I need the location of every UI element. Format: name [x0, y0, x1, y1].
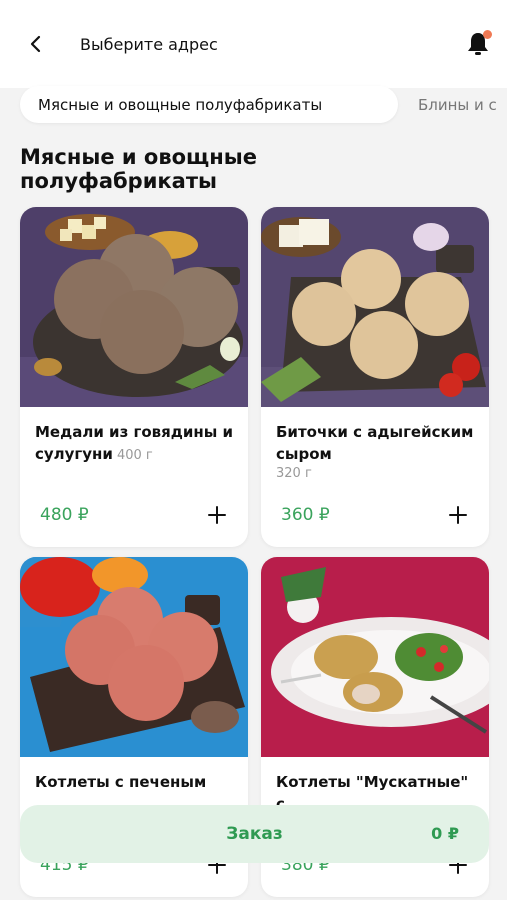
- plus-icon: [449, 506, 467, 524]
- category-chip-pancakes[interactable]: Блины и с: [418, 86, 507, 123]
- product-image: [261, 557, 489, 757]
- product-title: Котлеты с печеным: [35, 771, 240, 793]
- product-weight: 400 г: [116, 448, 153, 463]
- plus-icon: [208, 506, 226, 524]
- product-price: 480 ₽: [40, 505, 89, 525]
- category-chip-meat[interactable]: Мясные и овощные полуфабрикаты: [20, 86, 398, 123]
- order-button[interactable]: Заказ 0 ₽: [20, 805, 489, 863]
- notification-badge: [483, 30, 492, 39]
- section-title: Мясные и овощные полуфабрикаты: [20, 145, 258, 193]
- product-name: Биточки с адыгейским сыром: [276, 423, 474, 463]
- product-title: Медали из говядины и сулугуни 400 г: [35, 421, 240, 467]
- product-price: 360 ₽: [281, 505, 330, 525]
- top-bar: Выберите адрес: [0, 0, 507, 88]
- add-to-cart-button[interactable]: [446, 503, 470, 527]
- product-card[interactable]: Биточки с адыгейским сыром 320 г 360 ₽: [261, 207, 489, 547]
- order-label: Заказ: [226, 824, 283, 844]
- product-card[interactable]: Медали из говядины и сулугуни 400 г 480 ₽: [20, 207, 248, 547]
- product-image: [20, 207, 248, 407]
- category-tabs: Мясные и овощные полуфабрикаты Блины и с: [0, 86, 507, 132]
- address-selector[interactable]: Выберите адрес: [80, 35, 218, 54]
- product-name: Котлеты с печеным: [35, 773, 207, 791]
- back-button[interactable]: [22, 30, 50, 58]
- product-title: Биточки с адыгейским сыром 320 г: [276, 421, 481, 483]
- product-image: [20, 557, 248, 757]
- product-image: [261, 207, 489, 407]
- app-screen: Выберите адрес Мясные и овощные полуфабр…: [0, 0, 507, 900]
- add-to-cart-button[interactable]: [205, 503, 229, 527]
- product-weight: 320 г: [276, 466, 312, 481]
- back-arrow-icon: [30, 35, 41, 53]
- order-total: 0 ₽: [431, 824, 459, 843]
